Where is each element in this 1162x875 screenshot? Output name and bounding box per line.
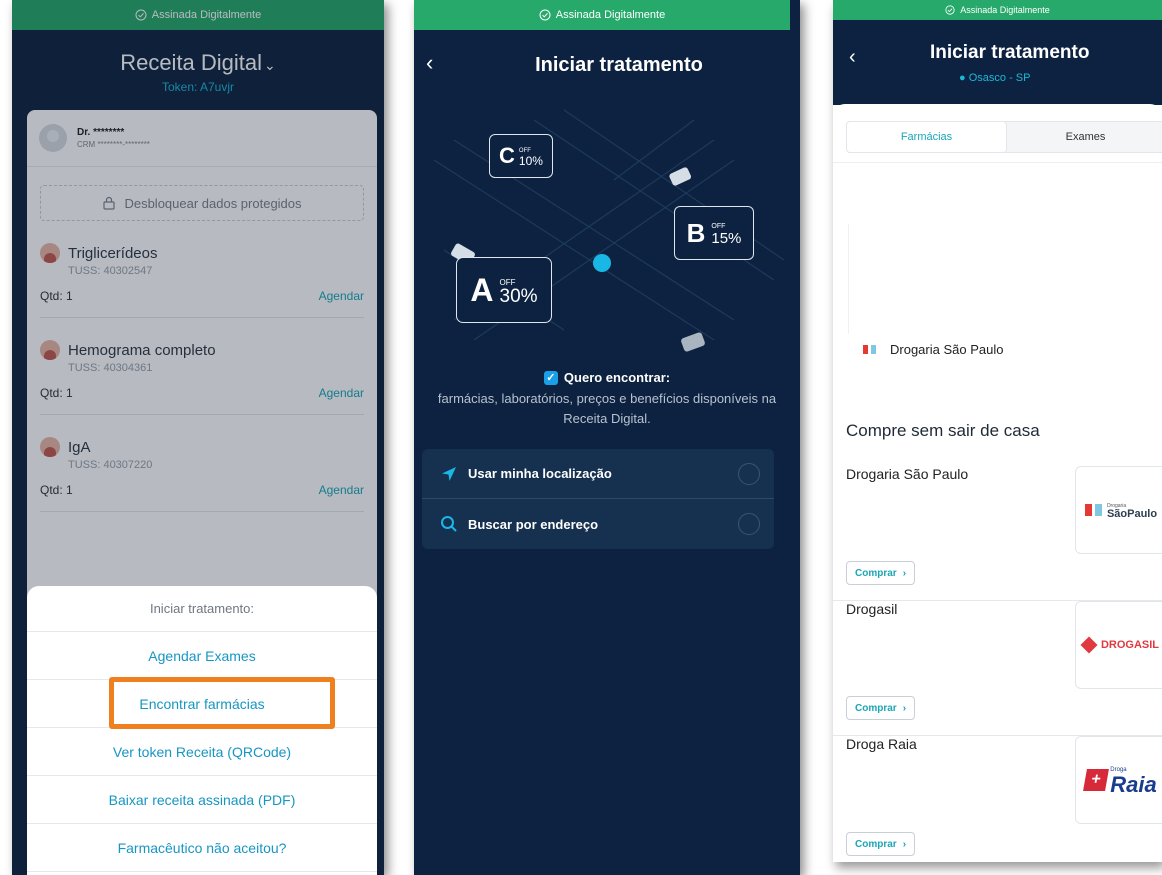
buy-button[interactable]: Comprar › xyxy=(846,561,916,585)
coupon-letter: B xyxy=(686,217,706,248)
search-address-label: Buscar por endereço xyxy=(468,516,599,532)
store-item: Drogaria São Paulo Drogaria SãoPaulo Com… xyxy=(833,466,1162,601)
coupon-b: B OFF 15% xyxy=(674,206,754,260)
navigation-arrow-icon xyxy=(442,466,456,481)
header: ‹ Iniciar tratamento ● Osasco - SP xyxy=(833,20,1162,105)
coupon-letter: A xyxy=(470,271,494,308)
action-sheet: Iniciar tratamento: Agendar Exames Encon… xyxy=(27,586,377,875)
use-location-radio[interactable] xyxy=(738,462,760,485)
map-area[interactable] xyxy=(848,224,1162,334)
map-result-name: Drogaria São Paulo xyxy=(890,342,1004,357)
signed-banner: Assinada Digitalmente xyxy=(414,0,790,30)
check-circle-icon xyxy=(945,5,955,15)
download-pdf-button[interactable]: Baixar receita assinada (PDF) xyxy=(27,776,377,824)
coupon-pct: 15% xyxy=(711,230,742,247)
logo-text: Raia xyxy=(1110,772,1157,797)
signed-banner: Assinada Digitalmente xyxy=(833,0,1162,20)
page-title: Iniciar tratamento xyxy=(930,42,1090,63)
coupon-c: C OFF 10% xyxy=(489,134,553,178)
page-title: Iniciar tratamento xyxy=(535,53,703,76)
drogaria-sao-paulo-logo xyxy=(863,345,876,354)
buy-button-label: Comprar xyxy=(855,702,897,714)
map-result-item[interactable]: Drogaria São Paulo xyxy=(863,342,1003,357)
pharmacist-refused-button[interactable]: Farmacêutico não aceitou? xyxy=(27,824,377,872)
schedule-exams-button[interactable]: Agendar Exames xyxy=(27,632,377,680)
prescription-screen: Assinada Digitalmente Receita Digital ⌄ T… xyxy=(12,0,384,875)
buy-button-label: Comprar xyxy=(855,567,897,579)
discount-illustration: C OFF 10% B OFF 15% A OFF 30% xyxy=(414,100,800,360)
chevron-right-icon: › xyxy=(902,702,907,714)
location-dot xyxy=(593,254,611,272)
highlight-box xyxy=(109,677,335,729)
drogaria-sao-paulo-logo: Drogaria SãoPaulo xyxy=(1075,466,1162,554)
coupon-pct: 30% xyxy=(499,286,538,307)
pharmacies-screen: Assinada Digitalmente ‹ Iniciar tratamen… xyxy=(833,0,1162,862)
search-address-option[interactable]: Buscar por endereço xyxy=(422,499,774,549)
back-icon[interactable]: ‹ xyxy=(426,50,433,76)
use-location-option[interactable]: Usar minha localização xyxy=(422,449,774,499)
segmented-tabs: Farmácias Exames xyxy=(846,121,1162,153)
tab-pharmacies[interactable]: Farmácias xyxy=(847,122,1006,152)
logo-text: DROGASIL xyxy=(1100,639,1160,651)
chevron-right-icon: › xyxy=(902,567,907,579)
store-name: Droga Raia xyxy=(846,736,917,752)
search-address-radio[interactable] xyxy=(738,513,760,535)
buy-button-label: Comprar xyxy=(855,838,897,850)
action-sheet-title: Iniciar tratamento: xyxy=(27,586,377,632)
store-name: Drogaria São Paulo xyxy=(846,466,969,482)
signed-label: Assinada Digitalmente xyxy=(555,9,666,21)
use-location-label: Usar minha localização xyxy=(468,466,612,481)
view-token-button[interactable]: Ver token Receita (QRCode) xyxy=(27,728,377,776)
start-treatment-screen: Assinada Digitalmente ‹ Iniciar tratamen… xyxy=(414,0,800,875)
checkbox-description: farmácias, laboratórios, preços e benefí… xyxy=(437,391,777,426)
droga-raia-logo: + Droga Raia xyxy=(1075,736,1162,824)
location-text: Osasco - SP xyxy=(968,72,1031,84)
chevron-right-icon: › xyxy=(902,838,907,850)
check-circle-icon xyxy=(539,9,551,21)
checkbox-checked-icon[interactable]: ✓ xyxy=(543,370,558,385)
coupon-letter: C xyxy=(499,143,515,168)
section-title: Compre sem sair de casa xyxy=(846,421,1040,440)
back-icon[interactable]: ‹ xyxy=(849,46,856,69)
store-item: Droga Raia + Droga Raia Comprar › xyxy=(833,736,1162,862)
location-label[interactable]: ● Osasco - SP xyxy=(959,72,1030,84)
pin-icon: ● xyxy=(959,72,966,84)
buy-button[interactable]: Comprar › xyxy=(846,832,916,856)
coupon-pct: 10% xyxy=(518,154,543,168)
content: Farmácias Exames Drogaria São Paulo Comp… xyxy=(833,104,1162,862)
search-icon xyxy=(441,516,457,532)
drogasil-logo: DROGASIL xyxy=(1075,601,1162,689)
buy-button[interactable]: Comprar › xyxy=(846,696,916,720)
checkbox-label: Quero encontrar: xyxy=(563,370,671,385)
coupon-a: A OFF 30% xyxy=(456,257,552,323)
store-item: Drogasil DROGASIL Comprar › xyxy=(833,601,1162,736)
signed-label: Assinada Digitalmente xyxy=(960,5,1050,15)
tab-exams[interactable]: Exames xyxy=(1006,122,1162,152)
divider xyxy=(833,162,1162,163)
find-checkbox-row[interactable]: ✓ Quero encontrar: xyxy=(414,370,800,385)
store-name: Drogasil xyxy=(846,601,898,617)
logo-text: SãoPaulo xyxy=(1106,508,1158,520)
search-options: Usar minha localização Buscar por endere… xyxy=(422,449,774,549)
